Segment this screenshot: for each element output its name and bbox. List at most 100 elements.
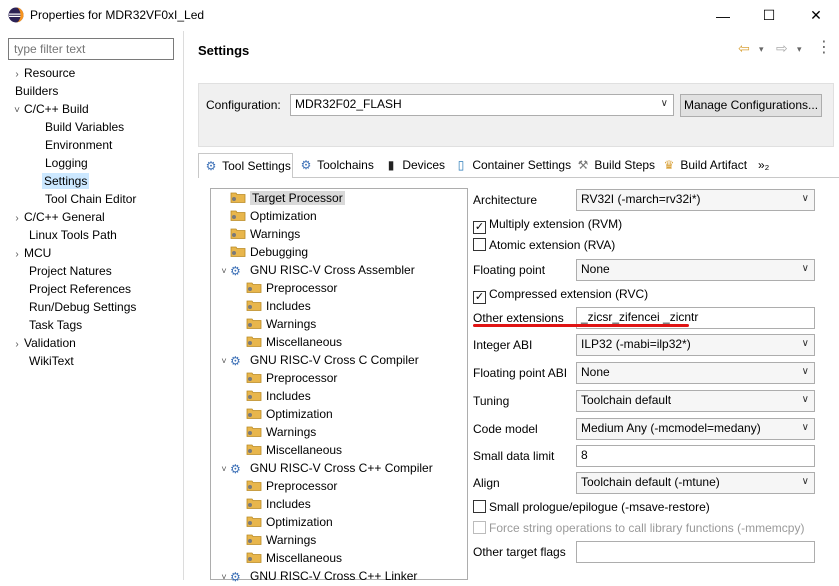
tab-build-artifact[interactable]: ♛ Build Artifact [657,153,747,178]
code-model-label: Code model [473,422,538,436]
tool-tree-tool[interactable]: ˅ ⚙ GNU RISC-V Cross Assembler [218,261,414,279]
atomic-extension-checkbox[interactable]: Atomic extension (RVA) [473,238,615,252]
tool-tree-option[interactable]: Preprocessor [246,477,337,495]
sidebar-item-build-variables[interactable]: Build Variables [45,118,124,136]
sidebar-item-validation[interactable]: › Validation [10,334,76,352]
tool-tree-option[interactable]: Preprocessor [246,369,337,387]
force-string-checkbox[interactable]: Force string operations to call library … [473,521,804,535]
chevron-down-icon: ∨ [801,394,809,405]
small-data-limit-field[interactable]: 8 [576,445,815,467]
floating-point-select[interactable]: None ∨ [576,259,815,281]
tool-tree-option[interactable]: Target Processor [230,189,345,207]
tab-toolchains[interactable]: ⚙ Toolchains [294,153,374,178]
gear-icon: ⚙ [230,570,241,584]
sidebar-item-mcu[interactable]: › MCU [10,244,51,262]
other-target-flags-field[interactable] [576,541,815,563]
tool-tree-option[interactable]: Miscellaneous [246,549,342,567]
sidebar-item-logging[interactable]: Logging [45,154,88,172]
trophy-icon: ♛ [663,158,675,172]
tool-tree-tool[interactable]: ˅ ⚙ GNU RISC-V Cross C Compiler [218,351,418,369]
tool-tree-option[interactable]: Warnings [230,225,300,243]
tool-tree-option[interactable]: Optimization [246,405,333,423]
close-button[interactable]: ✕ [793,0,839,31]
chevron-down-icon: ∨ [801,422,809,433]
integer-abi-select[interactable]: ILP32 (-mabi=ilp32*) ∨ [576,334,815,356]
chevron-down-icon: ∨ [660,98,668,109]
folder-settings-icon [230,246,246,257]
tool-tree-tool[interactable]: ˅ ⚙ GNU RISC-V Cross C++ Compiler [218,459,432,477]
sidebar-item-linux-tools-path[interactable]: Linux Tools Path [29,226,117,244]
filter-input[interactable] [8,38,174,60]
devices-icon: ▮ [387,158,395,172]
folder-settings-icon [246,552,262,563]
tab-container-settings[interactable]: ▯ Container Settings [449,153,571,178]
sidebar-item-environment[interactable]: Environment [45,136,112,154]
more-tabs-button[interactable]: »₂ [754,153,769,178]
tool-tree-tool[interactable]: ˅ ⚙ GNU RISC-V Cross C++ Linker [218,567,417,585]
folder-settings-icon [246,480,262,491]
page-title: Settings [198,43,250,58]
sidebar-item-tool-chain-editor[interactable]: Tool Chain Editor [45,190,136,208]
container-icon: ▯ [457,158,465,172]
back-arrow-icon[interactable]: ⇦ [738,40,750,57]
tool-tree-option[interactable]: Optimization [246,513,333,531]
architecture-select[interactable]: RV32I (-march=rv32i*) ∨ [576,189,815,211]
integer-abi-label: Integer ABI [473,338,533,352]
align-label: Align [473,476,500,490]
tab-devices[interactable]: ▮ Devices [379,153,445,178]
tool-tree-option[interactable]: Includes [246,297,311,315]
sidebar-item-builders[interactable]: Builders [15,82,58,100]
tool-tree-option[interactable]: Warnings [246,531,316,549]
compressed-extension-checkbox[interactable]: ✓ Compressed extension (RVC) [473,287,648,304]
align-select[interactable]: Toolchain default (-mtune) ∨ [576,472,815,494]
tool-tree-option[interactable]: Includes [246,495,311,513]
folder-settings-icon [246,300,262,311]
forward-menu-chevron-icon[interactable]: ▾ [797,44,802,55]
sidebar-item-wikitext[interactable]: WikiText [29,352,74,370]
title-bar: Properties for MDR32VF0xI_Led — ☐ ✕ [0,0,839,31]
sidebar-item-resource[interactable]: › Resource [10,64,75,82]
folder-settings-icon [246,426,262,437]
manage-configurations-button[interactable]: Manage Configurations... [680,94,822,117]
tool-tree-option[interactable]: Warnings [246,315,316,333]
maximize-button[interactable]: ☐ [746,0,792,31]
tuning-select[interactable]: Toolchain default ∨ [576,390,815,412]
tool-tree-option[interactable]: Miscellaneous [246,441,342,459]
chevron-down-icon: ∨ [801,366,809,377]
sidebar-item-cpp-general[interactable]: › C/C++ General [10,208,104,226]
tab-tool-settings[interactable]: ⚙ Tool Settings [198,153,293,178]
tool-tree-option[interactable]: Optimization [230,207,317,225]
tool-tree-option[interactable]: Preprocessor [246,279,337,297]
chevron-down-icon: ∨ [801,193,809,204]
small-prologue-checkbox[interactable]: Small prologue/epilogue (-msave-restore) [473,500,710,514]
floating-point-abi-select[interactable]: None ∨ [576,362,815,384]
view-menu-icon[interactable]: ⋮ [816,37,832,57]
code-model-select[interactable]: Medium Any (-mcmodel=medany) ∨ [576,418,815,440]
tool-tree-option[interactable]: Warnings [246,423,316,441]
gear-icon: ⚙ [230,354,241,368]
tool-tree-option[interactable]: Debugging [230,243,308,261]
sidebar-item-project-references[interactable]: Project References [29,280,131,298]
multiply-extension-checkbox[interactable]: ✓ Multiply extension (RVM) [473,217,622,234]
sidebar-item-task-tags[interactable]: Task Tags [29,316,82,334]
configuration-value: MDR32F02_FLASH [295,97,402,111]
configuration-select[interactable]: MDR32F02_FLASH ∨ [290,94,674,116]
tab-build-steps[interactable]: ⚒ Build Steps [571,153,655,178]
tab-strip: ⚙ Tool Settings ⚙ Toolchains ▮ Devices ▯… [198,153,834,178]
folder-settings-icon [246,444,262,455]
sidebar-item-settings[interactable]: Settings [42,172,90,190]
sidebar-item-cpp-build[interactable]: ˅ C/C++ Build [10,100,89,118]
folder-settings-icon [246,534,262,545]
floating-point-abi-label: Floating point ABI [473,366,568,380]
sidebar-item-project-natures[interactable]: Project Natures [29,262,112,280]
back-menu-chevron-icon[interactable]: ▾ [759,44,764,55]
toolchains-icon: ⚙ [300,158,312,172]
tool-tree-option[interactable]: Miscellaneous [246,333,342,351]
sidebar-item-run-debug-settings[interactable]: Run/Debug Settings [29,298,136,316]
chevron-down-icon: ˅ [221,464,227,474]
minimize-button[interactable]: — [700,0,746,31]
folder-settings-icon [246,336,262,347]
tool-tree-option[interactable]: Includes [246,387,311,405]
gear-icon: ⚙ [230,264,241,278]
forward-arrow-icon[interactable]: ⇨ [776,40,788,57]
